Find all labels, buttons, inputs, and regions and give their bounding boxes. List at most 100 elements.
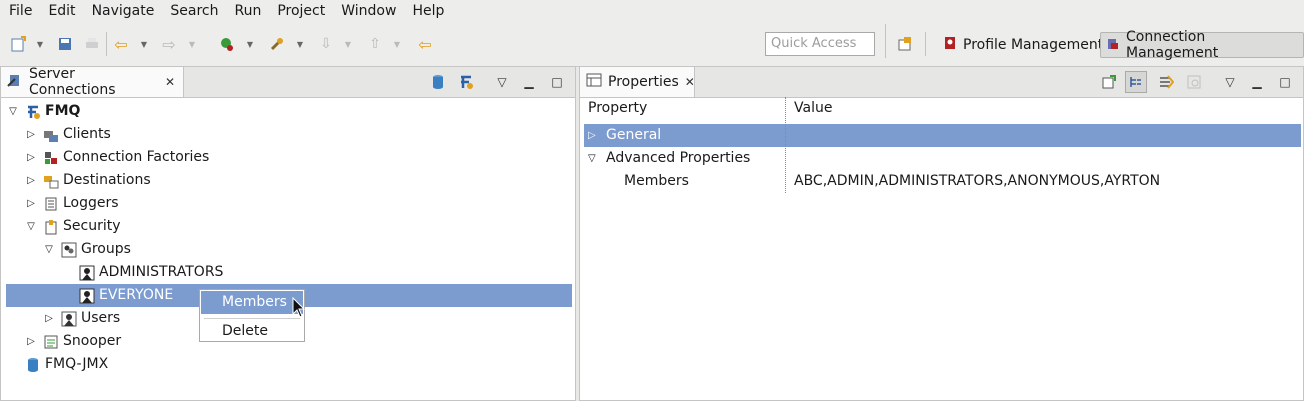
maximize-icon[interactable]: □ bbox=[548, 73, 566, 91]
new-dropdown-icon[interactable]: ▼ bbox=[36, 36, 44, 52]
menu-help[interactable]: Help bbox=[403, 0, 451, 22]
group-icon bbox=[79, 265, 95, 281]
minimize-icon[interactable]: ▁ bbox=[520, 73, 538, 91]
expanded-icon[interactable]: ▽ bbox=[588, 147, 596, 170]
menu-navigate[interactable]: Navigate bbox=[83, 0, 162, 22]
perspective-connection-management[interactable]: Connection Management bbox=[1100, 29, 1304, 61]
column-divider bbox=[785, 97, 786, 193]
server-connections-icon bbox=[7, 72, 23, 92]
column-header-property[interactable]: Property bbox=[588, 97, 647, 120]
next-annotation-dropdown-icon[interactable]: ▼ bbox=[344, 36, 352, 52]
property-name: Advanced Properties bbox=[606, 150, 751, 166]
minimize-icon[interactable]: ▁ bbox=[1248, 73, 1266, 91]
tree-item-users[interactable]: ▷ Users bbox=[43, 307, 120, 330]
collapsed-icon[interactable]: ▷ bbox=[25, 123, 37, 146]
connection-icon bbox=[1106, 35, 1120, 55]
restore-default-icon[interactable] bbox=[1185, 73, 1203, 91]
view-menu-icon[interactable]: ▽ bbox=[493, 73, 511, 91]
database-icon[interactable] bbox=[429, 73, 447, 91]
tree-item-label: Users bbox=[81, 310, 121, 326]
tree-item-fmq-jmx[interactable]: FMQ-JMX bbox=[25, 353, 108, 376]
mouse-cursor-icon bbox=[292, 296, 306, 319]
tree-item-label: EVERYONE bbox=[99, 287, 174, 303]
factory-icon bbox=[43, 150, 59, 166]
close-icon[interactable]: ✕ bbox=[165, 75, 175, 89]
tree-item-clients[interactable]: ▷ Clients bbox=[25, 123, 111, 146]
toolbar-separator bbox=[885, 24, 886, 58]
close-icon[interactable]: ✕ bbox=[685, 75, 695, 89]
tree-item-groups[interactable]: ▽ Groups bbox=[43, 238, 131, 261]
save-icon[interactable] bbox=[56, 35, 74, 53]
groups-icon bbox=[61, 242, 77, 258]
expanded-icon[interactable]: ▽ bbox=[7, 100, 19, 123]
collapsed-icon[interactable]: ▷ bbox=[25, 169, 37, 192]
run-dropdown-icon[interactable]: ▼ bbox=[246, 36, 254, 52]
collapsed-icon[interactable]: ▷ bbox=[25, 192, 37, 215]
main-toolbar: ▼ ⇦ ▼ ⇨ ▼ ▼ ▼ ⇩ ▼ ⇧ ▼ ⇦ Quick Access Pro… bbox=[0, 22, 1304, 67]
collapsed-icon[interactable]: ▷ bbox=[25, 330, 37, 353]
menu-file[interactable]: File bbox=[0, 0, 39, 22]
server-connections-view: Server Connections ✕ ▽ ▁ □ ▽ FMQ ▷ Clien… bbox=[0, 66, 576, 401]
toolbar-separator bbox=[106, 32, 107, 56]
context-menu-members[interactable]: Members bbox=[201, 291, 303, 314]
pin-icon[interactable] bbox=[1100, 73, 1118, 91]
tree-item-label: Groups bbox=[81, 241, 131, 257]
maximize-icon[interactable]: □ bbox=[1276, 73, 1294, 91]
menu-edit[interactable]: Edit bbox=[39, 0, 82, 22]
external-tools-icon[interactable] bbox=[268, 35, 286, 53]
prev-annotation-icon[interactable]: ⇧ bbox=[366, 35, 384, 53]
print-icon[interactable] bbox=[83, 35, 101, 53]
properties-icon bbox=[586, 72, 602, 92]
collapsed-icon[interactable]: ▷ bbox=[25, 146, 37, 169]
collapsed-icon[interactable]: ▷ bbox=[43, 307, 55, 330]
forward-icon[interactable]: ⇨ bbox=[160, 35, 178, 54]
tree-item-label: Clients bbox=[63, 126, 111, 142]
menu-search[interactable]: Search bbox=[161, 0, 225, 22]
group-icon bbox=[79, 288, 95, 304]
expanded-icon[interactable]: ▽ bbox=[25, 215, 37, 238]
open-perspective-icon[interactable] bbox=[896, 35, 914, 53]
property-row-members[interactable]: Members ABC,ADMIN,ADMINISTRATORS,ANONYMO… bbox=[584, 170, 1301, 193]
tree-item-destinations[interactable]: ▷ Destinations bbox=[25, 169, 151, 192]
fmq-connect-icon[interactable] bbox=[457, 73, 475, 91]
expanded-icon[interactable]: ▽ bbox=[43, 238, 55, 261]
next-annotation-icon[interactable]: ⇩ bbox=[317, 35, 335, 53]
tree-item-fmq[interactable]: ▽ FMQ bbox=[7, 100, 80, 123]
clients-icon bbox=[43, 127, 59, 143]
run-icon[interactable] bbox=[218, 35, 236, 53]
context-menu: Members Delete bbox=[199, 289, 305, 342]
view-menu-icon[interactable]: ▽ bbox=[1221, 73, 1239, 91]
tab-properties[interactable]: Properties ✕ bbox=[580, 67, 695, 97]
new-icon[interactable] bbox=[9, 35, 27, 53]
quick-access-input[interactable]: Quick Access bbox=[765, 32, 875, 56]
menu-window[interactable]: Window bbox=[332, 0, 403, 22]
tree-item-security[interactable]: ▽ Security bbox=[25, 215, 121, 238]
last-edit-icon[interactable]: ⇦ bbox=[416, 35, 434, 54]
security-icon bbox=[43, 219, 59, 235]
column-header-value[interactable]: Value bbox=[794, 97, 832, 120]
tree-item-label: ADMINISTRATORS bbox=[99, 264, 224, 280]
tree-item-loggers[interactable]: ▷ Loggers bbox=[25, 192, 118, 215]
tree-item-administrators[interactable]: ADMINISTRATORS bbox=[79, 261, 223, 284]
property-row-general[interactable]: ▷ General bbox=[584, 124, 1301, 147]
prev-annotation-dropdown-icon[interactable]: ▼ bbox=[393, 36, 401, 52]
show-categories-icon[interactable] bbox=[1125, 71, 1147, 93]
menu-run[interactable]: Run bbox=[225, 0, 268, 22]
property-row-advanced-properties[interactable]: ▽ Advanced Properties bbox=[584, 147, 1301, 170]
tree-item-snooper[interactable]: ▷ Snooper bbox=[25, 330, 121, 353]
show-advanced-icon[interactable] bbox=[1157, 73, 1175, 91]
destinations-icon bbox=[43, 173, 59, 189]
back-dropdown-icon[interactable]: ▼ bbox=[140, 36, 148, 52]
perspective-profile-management[interactable]: Profile Management bbox=[938, 32, 1108, 58]
back-icon[interactable]: ⇦ bbox=[112, 35, 130, 54]
external-tools-dropdown-icon[interactable]: ▼ bbox=[296, 36, 304, 52]
collapsed-icon[interactable]: ▷ bbox=[588, 124, 596, 147]
forward-dropdown-icon[interactable]: ▼ bbox=[188, 36, 196, 52]
menu-project[interactable]: Project bbox=[268, 0, 332, 22]
tab-server-connections[interactable]: Server Connections ✕ bbox=[1, 66, 184, 98]
properties-view: Properties ✕ ▽ ▁ □ Property Value ▷ Gene… bbox=[579, 66, 1304, 401]
tree-item-connection-factories[interactable]: ▷ Connection Factories bbox=[25, 146, 209, 169]
context-menu-delete[interactable]: Delete bbox=[201, 320, 303, 343]
menu-bar: File Edit Navigate Search Run Project Wi… bbox=[0, 0, 1304, 22]
loggers-icon bbox=[43, 196, 59, 212]
